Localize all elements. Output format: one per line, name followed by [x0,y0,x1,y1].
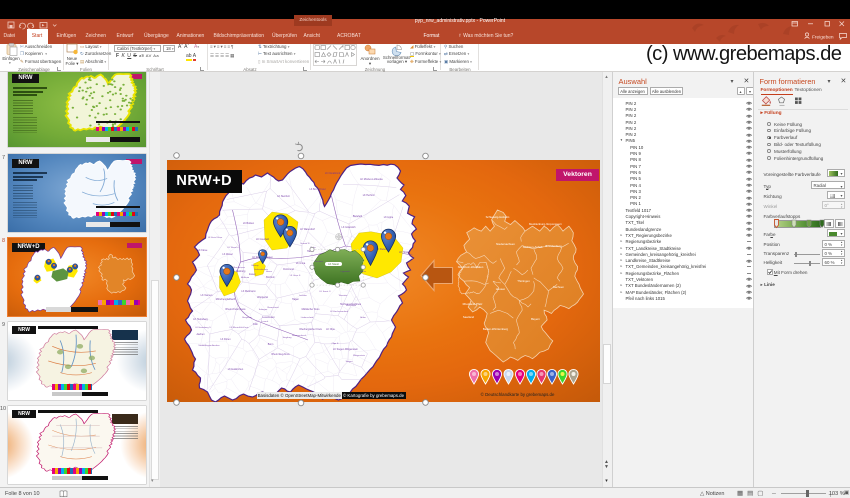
svg-text:Rheinland-Pfalz: Rheinland-Pfalz [462,302,482,306]
svg-text:Baden-Württemberg: Baden-Württemberg [482,327,508,331]
svg-text:Mecklenburg-Vorpommern: Mecklenburg-Vorpommern [529,222,562,226]
svg-text:Saarland: Saarland [462,315,474,319]
svg-text:Thüringen: Thüringen [517,279,530,283]
svg-text:Niedersachsen: Niedersachsen [496,242,515,246]
svg-text:Bayern: Bayern [531,317,540,321]
svg-text:Sachsen: Sachsen [553,285,564,289]
svg-text:Nordrhein-Westfalen: Nordrhein-Westfalen [457,265,483,269]
svg-text:Hessen: Hessen [495,287,505,291]
svg-text:Sachsen-Anhalt: Sachsen-Anhalt [522,245,542,249]
svg-text:Schleswig-Holstein: Schleswig-Holstein [485,215,509,219]
svg-text:Brandenburg: Brandenburg [545,244,562,248]
